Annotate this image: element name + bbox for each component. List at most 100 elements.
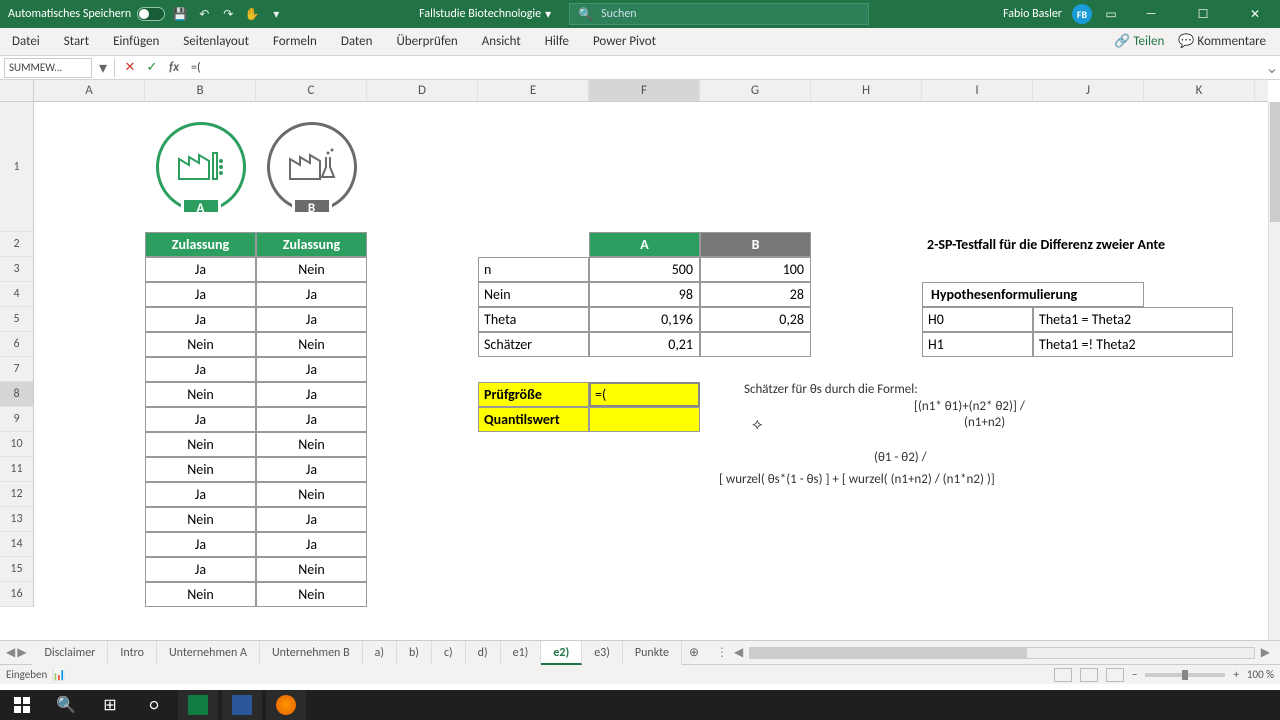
cell-I4[interactable]: Hypothesenformulierung	[922, 282, 1144, 307]
cell-J5[interactable]: Theta1 = Theta2	[1033, 307, 1233, 332]
row-10[interactable]: 10	[0, 432, 33, 457]
cell-G2[interactable]: B	[700, 232, 811, 257]
tab-ansicht[interactable]: Ansicht	[470, 28, 533, 56]
cell-C15[interactable]: Nein	[256, 557, 367, 582]
col-J[interactable]: J	[1033, 80, 1144, 101]
cell-C6[interactable]: Nein	[256, 332, 367, 357]
sheet-b[interactable]: b)	[397, 641, 432, 665]
sheet-e1[interactable]: e1)	[501, 641, 542, 665]
cell-I2[interactable]: 2-SP-Testfall für die Differenz zweier A…	[922, 232, 1272, 257]
cell-E8[interactable]: Prüfgröße	[478, 382, 589, 407]
row-3[interactable]: 3	[0, 257, 33, 282]
touch-mode-icon[interactable]: ✋	[243, 5, 261, 23]
zoom-in-icon[interactable]: +	[1233, 668, 1238, 681]
cell-I6[interactable]: H1	[922, 332, 1033, 357]
tab-einfuegen[interactable]: Einfügen	[101, 28, 171, 56]
tab-hilfe[interactable]: Hilfe	[533, 28, 581, 56]
cell-I5[interactable]: H0	[922, 307, 1033, 332]
cell-C16[interactable]: Nein	[256, 582, 367, 607]
cell-B15[interactable]: Ja	[145, 557, 256, 582]
ribbon-display-icon[interactable]: ▭	[1102, 5, 1120, 23]
start-button[interactable]	[2, 690, 42, 720]
cell-B6[interactable]: Nein	[145, 332, 256, 357]
tab-datei[interactable]: Datei	[0, 28, 52, 56]
col-A[interactable]: A	[34, 80, 145, 101]
sheet-e2[interactable]: e2)	[541, 641, 582, 665]
user-avatar[interactable]: FB	[1072, 4, 1092, 24]
sheet-unternehmen-a[interactable]: Unternehmen A	[157, 641, 260, 665]
cell-F5[interactable]: 0,196	[589, 307, 700, 332]
redo-icon[interactable]: ↷	[219, 5, 237, 23]
taskbar-cortana-icon[interactable]: ○	[134, 690, 174, 720]
cell-J6[interactable]: Theta1 =! Theta2	[1033, 332, 1233, 357]
sheet-disclaimer[interactable]: Disclaimer	[32, 641, 108, 665]
col-F[interactable]: F	[589, 80, 700, 101]
row-7[interactable]: 7	[0, 357, 33, 382]
taskbar-firefox-icon[interactable]	[266, 690, 306, 720]
cell-C5[interactable]: Ja	[256, 307, 367, 332]
cell-C9[interactable]: Ja	[256, 407, 367, 432]
col-E[interactable]: E	[478, 80, 589, 101]
cancel-formula-icon[interactable]: ✕	[119, 60, 141, 75]
row-11[interactable]: 11	[0, 457, 33, 482]
maximize-button[interactable]: ☐	[1182, 0, 1224, 28]
cell-E5[interactable]: Theta	[478, 307, 589, 332]
cell-F6[interactable]: 0,21	[589, 332, 700, 357]
col-H[interactable]: H	[811, 80, 922, 101]
zoom-slider[interactable]	[1145, 673, 1225, 677]
zoom-out-icon[interactable]: −	[1132, 668, 1137, 681]
sheet-nav-next-icon[interactable]: ▶	[17, 645, 26, 660]
row-9[interactable]: 9	[0, 407, 33, 432]
cell-B5[interactable]: Ja	[145, 307, 256, 332]
cell-C14[interactable]: Ja	[256, 532, 367, 557]
col-D[interactable]: D	[367, 80, 478, 101]
taskbar-taskview-icon[interactable]: ⊞	[90, 690, 130, 720]
taskbar-excel-icon[interactable]	[178, 690, 218, 720]
sheet-punkte[interactable]: Punkte	[623, 641, 682, 665]
cell-B16[interactable]: Nein	[145, 582, 256, 607]
tab-start[interactable]: Start	[52, 28, 101, 56]
user-name[interactable]: Fabio Basler	[1003, 7, 1062, 21]
cell-E4[interactable]: Nein	[478, 282, 589, 307]
cell-C7[interactable]: Ja	[256, 357, 367, 382]
row-16[interactable]: 16	[0, 582, 33, 607]
cell-B12[interactable]: Ja	[145, 482, 256, 507]
cell-C2[interactable]: Zulassung	[256, 232, 367, 257]
cell-C12[interactable]: Nein	[256, 482, 367, 507]
view-pagebreak-icon[interactable]	[1106, 668, 1124, 682]
share-button[interactable]: 🔗 Teilen	[1114, 34, 1164, 49]
row-1[interactable]: 1	[0, 102, 33, 232]
sheet-unternehmen-b[interactable]: Unternehmen B	[260, 641, 363, 665]
zoom-level[interactable]: 100 %	[1247, 668, 1274, 681]
formula-input[interactable]: =(	[185, 61, 1264, 75]
sheet-c[interactable]: c)	[432, 641, 466, 665]
row-12[interactable]: 12	[0, 482, 33, 507]
expand-formula-icon[interactable]: ⌄	[1264, 58, 1280, 78]
qat-more-icon[interactable]: ▾	[267, 5, 285, 23]
cell-G5[interactable]: 0,28	[700, 307, 811, 332]
add-sheet-button[interactable]: ⊕	[682, 645, 706, 660]
cell-B4[interactable]: Ja	[145, 282, 256, 307]
cell-B3[interactable]: Ja	[145, 257, 256, 282]
cell-E6[interactable]: Schätzer	[478, 332, 589, 357]
cell-B7[interactable]: Ja	[145, 357, 256, 382]
cell-E9[interactable]: Quantilswert	[478, 407, 589, 432]
document-name[interactable]: Fallstudie Biotechnologie ▾	[419, 7, 551, 22]
horizontal-scrollbar[interactable]	[749, 647, 1255, 659]
col-C[interactable]: C	[256, 80, 367, 101]
cell-B11[interactable]: Nein	[145, 457, 256, 482]
cells-area[interactable]: A B Zulassung Zulassung A B 2-SP-Testfal…	[34, 102, 1268, 640]
cell-C13[interactable]: Ja	[256, 507, 367, 532]
col-I[interactable]: I	[922, 80, 1033, 101]
undo-icon[interactable]: ↶	[195, 5, 213, 23]
tab-seitenlayout[interactable]: Seitenlayout	[171, 28, 261, 56]
minimize-button[interactable]: —	[1130, 0, 1172, 28]
cell-F4[interactable]: 98	[589, 282, 700, 307]
cell-F3[interactable]: 500	[589, 257, 700, 282]
taskbar-word-icon[interactable]	[222, 690, 262, 720]
cell-C8[interactable]: Ja	[256, 382, 367, 407]
cell-F8[interactable]: =(	[589, 382, 700, 407]
hscroll-left-icon[interactable]: ◀	[734, 645, 743, 660]
row-14[interactable]: 14	[0, 532, 33, 557]
cell-C11[interactable]: Ja	[256, 457, 367, 482]
